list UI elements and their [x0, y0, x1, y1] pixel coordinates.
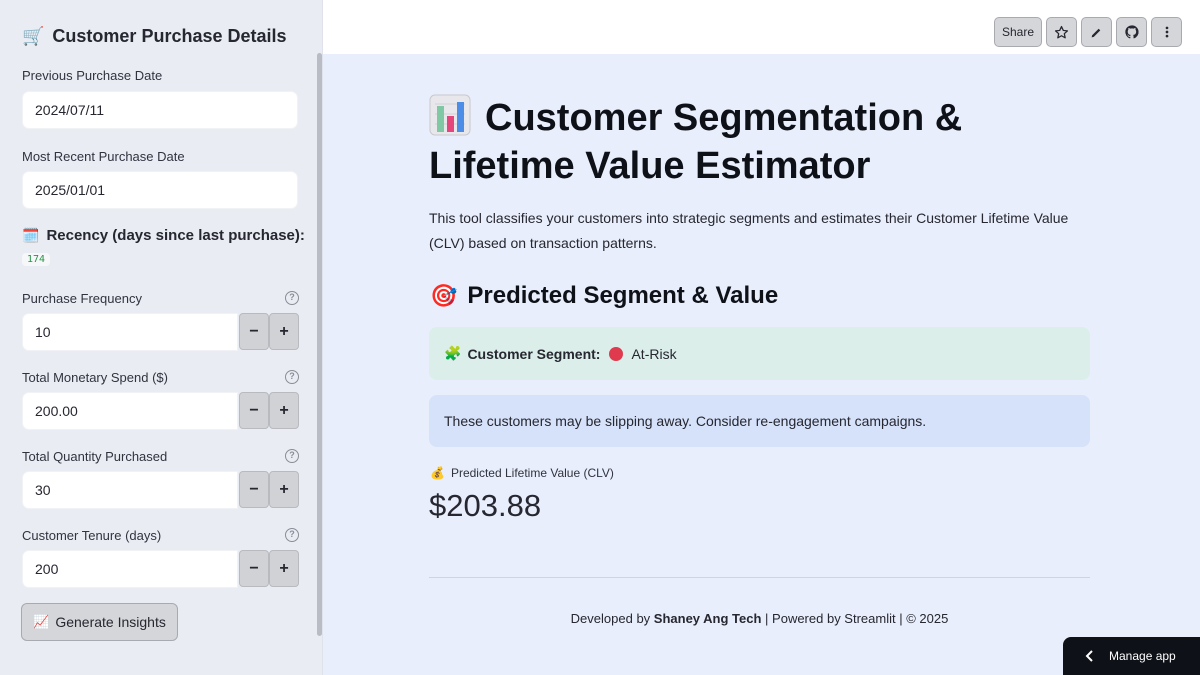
share-button[interactable]: Share — [994, 17, 1042, 47]
frequency-label: Purchase Frequency — [22, 291, 142, 306]
tenure-help-icon[interactable]: ? — [285, 528, 299, 542]
section-heading: 🎯 Predicted Segment & Value — [430, 282, 778, 310]
star-button[interactable] — [1046, 17, 1077, 47]
page-title-text: Customer Segmentation & Lifetime Value E… — [429, 97, 963, 187]
recent-date-label: Most Recent Purchase Date — [22, 149, 185, 164]
recency-heading: 🗓️ Recency (days since last purchase): — [22, 227, 305, 244]
chevron-left-icon — [1085, 650, 1093, 662]
more-menu-button[interactable] — [1151, 17, 1182, 47]
tenure-decrement-button[interactable]: − — [239, 550, 269, 587]
chart-up-icon: 📈 — [33, 614, 50, 629]
tenure-value: 200 — [35, 561, 59, 577]
puzzle-icon: 🧩 — [444, 345, 462, 361]
top-header: Share — [323, 0, 1200, 54]
generate-insights-button[interactable]: 📈 Generate Insights — [21, 603, 178, 641]
page-description: This tool classifies your customers into… — [429, 210, 1069, 251]
github-button[interactable] — [1116, 17, 1147, 47]
segment-info-text: These customers may be slipping away. Co… — [444, 413, 927, 429]
clv-label-text: Predicted Lifetime Value (CLV) — [450, 466, 614, 480]
quantity-value: 30 — [35, 482, 51, 498]
recent-date-value: 2025/01/01 — [35, 182, 106, 198]
frequency-decrement-button[interactable]: − — [239, 313, 269, 350]
monetary-value: 200.00 — [35, 403, 78, 419]
divider — [429, 577, 1090, 578]
recency-label: Recency (days since last purchase): — [46, 227, 305, 244]
frequency-value: 10 — [35, 324, 51, 340]
cart-icon: 🛒 — [22, 26, 45, 46]
clv-metric-value: $203.88 — [429, 488, 542, 523]
tenure-increment-button[interactable]: + — [269, 550, 299, 587]
segment-alert: 🧩 Customer Segment: At-Risk — [429, 327, 1090, 380]
footer-suffix: | Powered by Streamlit | © 2025 — [761, 611, 949, 626]
generate-insights-label: Generate Insights — [55, 614, 166, 630]
footer-author: Shaney Ang Tech — [653, 611, 762, 626]
monetary-input[interactable]: 200.00 — [22, 392, 238, 430]
monetary-help-icon[interactable]: ? — [285, 370, 299, 384]
more-vertical-icon — [1165, 26, 1168, 38]
section-heading-text: Predicted Segment & Value — [467, 282, 779, 309]
manage-app-button[interactable]: Manage app — [1063, 637, 1200, 675]
calendar-icon: 🗓️ — [22, 227, 40, 243]
github-icon — [1124, 25, 1139, 39]
recent-date-input[interactable]: 2025/01/01 — [22, 171, 298, 209]
segment-label: Customer Segment: — [467, 345, 601, 362]
quantity-input[interactable]: 30 — [22, 471, 238, 509]
monetary-decrement-button[interactable]: − — [239, 392, 269, 429]
quantity-increment-button[interactable]: + — [269, 471, 299, 508]
prev-date-value: 2024/07/11 — [35, 102, 105, 118]
quantity-help-icon[interactable]: ? — [285, 449, 299, 463]
frequency-increment-button[interactable]: + — [269, 313, 299, 350]
tenure-input[interactable]: 200 — [22, 550, 238, 588]
sidebar-title-text: Customer Purchase Details — [52, 26, 287, 46]
money-bag-icon: 💰 — [430, 466, 445, 480]
clv-metric-label: 💰 Predicted Lifetime Value (CLV) — [430, 466, 614, 480]
segment-value: At-Risk — [631, 345, 677, 362]
sidebar-scrollbar[interactable] — [317, 53, 322, 636]
pencil-icon — [1091, 28, 1101, 37]
footer-prefix: Developed by — [570, 611, 654, 626]
prev-date-label: Previous Purchase Date — [22, 68, 163, 83]
footer: Developed by Shaney Ang Tech | Powered b… — [429, 611, 1090, 626]
frequency-help-icon[interactable]: ? — [285, 291, 299, 305]
star-icon — [1054, 25, 1069, 38]
frequency-input[interactable]: 10 — [22, 313, 238, 351]
segment-info-alert: These customers may be slipping away. Co… — [429, 395, 1090, 447]
tenure-label: Customer Tenure (days) — [22, 528, 162, 543]
sidebar-title: 🛒 Customer Purchase Details — [22, 26, 287, 47]
manage-app-label: Manage app — [1109, 649, 1176, 663]
quantity-label: Total Quantity Purchased — [22, 449, 168, 464]
prev-date-input[interactable]: 2024/07/11 — [22, 91, 298, 129]
page-title: Customer Segmentation & Lifetime Value E… — [429, 94, 1069, 190]
recency-value: 174 — [22, 253, 51, 266]
monetary-increment-button[interactable]: + — [269, 392, 299, 429]
bar-chart-icon — [429, 94, 471, 136]
monetary-label: Total Monetary Spend ($) — [22, 370, 168, 385]
sidebar: 🛒 Customer Purchase Details Previous Pur… — [0, 0, 323, 675]
red-circle-icon — [609, 346, 624, 361]
quantity-decrement-button[interactable]: − — [239, 471, 269, 508]
edit-button[interactable] — [1081, 17, 1112, 47]
target-icon: 🎯 — [430, 283, 458, 308]
